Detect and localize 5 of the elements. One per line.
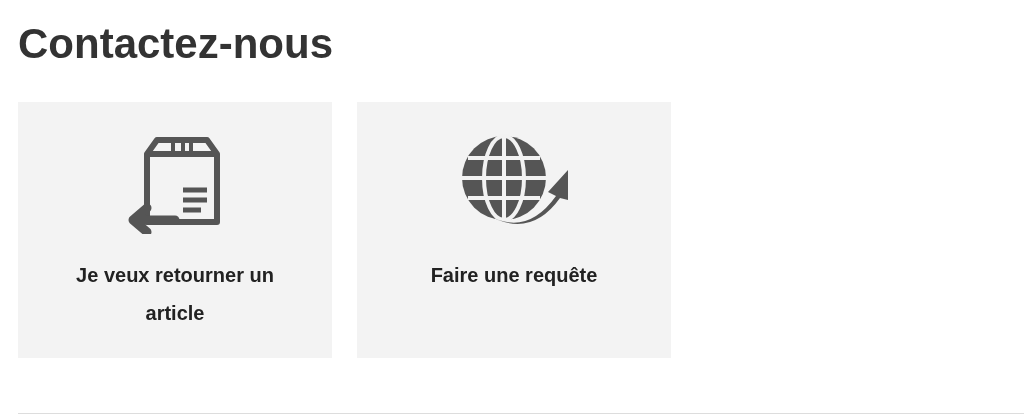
- page-title: Contactez-nous: [18, 19, 333, 69]
- card[interactable]: Je veux retourner un article: [18, 102, 332, 358]
- card-label: Je veux retourner un article: [75, 263, 275, 326]
- card-label: Faire une requête: [429, 263, 599, 288]
- card[interactable]: Faire une requête: [357, 102, 671, 358]
